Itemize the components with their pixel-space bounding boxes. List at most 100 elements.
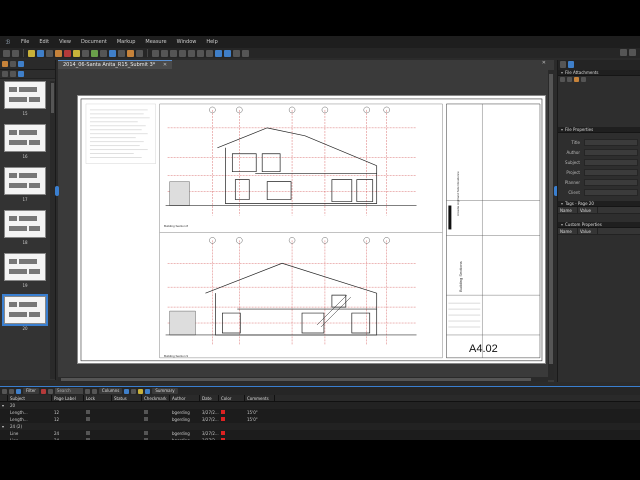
tags-col-name[interactable]: Name <box>558 207 578 213</box>
column-header[interactable]: Subject <box>8 395 52 401</box>
markup-status[interactable] <box>112 430 142 437</box>
thumbnail-scrollbar[interactable] <box>50 81 55 379</box>
thumb-settings-icon[interactable] <box>18 71 24 77</box>
menu-measure[interactable]: Measure <box>140 39 171 45</box>
bookmarks-tab-icon[interactable] <box>10 61 16 67</box>
shape-icon[interactable] <box>91 49 98 57</box>
custom-col-value[interactable]: Value <box>578 228 598 234</box>
markup-row[interactable]: Length... 12 bgerding 3/27/2... 15'0" <box>0 409 640 416</box>
lock-checkbox[interactable] <box>86 417 90 421</box>
document-tab[interactable]: 2014_06-Santa Anita_R15_Submit 3* ✕ <box>58 60 173 69</box>
expand-icon[interactable] <box>84 388 90 394</box>
page-thumbnail[interactable]: 18 <box>4 210 46 245</box>
column-header[interactable]: Color <box>219 395 245 401</box>
lock-checkbox[interactable] <box>86 410 90 414</box>
grid-icon[interactable] <box>242 49 249 57</box>
markup-row[interactable]: Line24bgerding3/27/2... <box>0 430 640 437</box>
markup-checkmark-cell[interactable] <box>142 402 170 409</box>
measure-icon[interactable] <box>118 49 125 57</box>
drawing-sheet[interactable]: Building Section 8 Building Section 9 Ar… <box>77 95 546 364</box>
zoom-icon[interactable] <box>170 49 177 57</box>
markup-checkmark-cell[interactable] <box>142 409 170 416</box>
import-icon[interactable] <box>9 388 14 394</box>
undo-icon[interactable] <box>3 49 10 57</box>
print-icon[interactable] <box>46 49 53 57</box>
thumbnails-tab-icon[interactable] <box>2 61 8 67</box>
refresh-icon[interactable] <box>131 388 137 394</box>
pen-icon[interactable] <box>55 49 62 57</box>
fit-width-icon[interactable] <box>206 49 213 57</box>
line-icon[interactable] <box>100 49 107 57</box>
markup-row[interactable]: Line24bgerding3/27/2... <box>0 437 640 440</box>
column-header[interactable]: Date <box>200 395 219 401</box>
property-value-field[interactable] <box>584 178 638 186</box>
menu-view[interactable]: View <box>54 39 76 45</box>
page-thumbnail[interactable]: 16 <box>4 124 46 159</box>
settings-icon[interactable] <box>124 388 130 394</box>
add-attachment-icon[interactable] <box>560 77 565 82</box>
markup-checkmark-cell[interactable] <box>142 416 170 423</box>
filter-button[interactable]: Filter <box>23 388 39 394</box>
markup-status[interactable] <box>112 437 142 440</box>
page-thumbnail[interactable]: 20 <box>2 294 48 331</box>
lock-checkbox[interactable] <box>86 438 90 440</box>
column-header[interactable] <box>0 395 8 401</box>
page-thumbnail[interactable]: 15 <box>4 81 46 116</box>
markup-lock-cell[interactable] <box>84 430 112 437</box>
open-folder-icon[interactable] <box>28 49 35 57</box>
select-icon[interactable] <box>152 49 159 57</box>
markup-list-menu-icon[interactable] <box>2 388 7 394</box>
thumb-size-icon[interactable] <box>2 71 8 77</box>
edit-attachment-icon[interactable] <box>574 77 579 82</box>
markup-row[interactable]: Length... 12 bgerding 3/27/2... 15'0" <box>0 416 640 423</box>
column-header[interactable]: Page Label <box>52 395 84 401</box>
redo-icon[interactable] <box>12 49 19 57</box>
checkmark-checkbox[interactable] <box>144 410 148 414</box>
markup-lock-cell[interactable] <box>84 423 112 430</box>
menu-help[interactable]: Help <box>201 39 222 45</box>
studio-icon[interactable] <box>224 49 231 57</box>
column-header[interactable]: Author <box>170 395 200 401</box>
page-thumbnail[interactable]: 17 <box>4 167 46 202</box>
property-value-field[interactable] <box>584 168 638 176</box>
column-header[interactable]: Lock <box>84 395 112 401</box>
column-header[interactable]: Status <box>112 395 142 401</box>
menu-file[interactable]: File <box>16 39 34 45</box>
document-horizontal-scrollbar[interactable] <box>58 377 548 382</box>
delete-attachment-icon[interactable] <box>581 77 586 82</box>
markup-status[interactable] <box>112 402 142 409</box>
close-document-icon[interactable]: ✕ <box>542 60 546 66</box>
callout-icon[interactable] <box>136 49 143 57</box>
close-tab-icon[interactable]: ✕ <box>163 62 167 68</box>
menu-window[interactable]: Window <box>172 39 202 45</box>
open-attachment-icon[interactable] <box>567 77 572 82</box>
filter-icon[interactable] <box>16 388 21 394</box>
profile-icon[interactable] <box>620 49 627 56</box>
settings-icon[interactable] <box>629 49 636 56</box>
markup-lock-cell[interactable] <box>84 416 112 423</box>
clear-filter-icon[interactable] <box>40 388 46 394</box>
columns-button[interactable]: Columns <box>98 388 123 394</box>
attachments-tab-icon[interactable] <box>560 61 566 68</box>
left-panel-collapse-handle[interactable] <box>55 186 59 196</box>
menu-edit[interactable]: Edit <box>34 39 54 45</box>
save-icon[interactable] <box>37 49 44 57</box>
fit-page-icon[interactable] <box>197 49 204 57</box>
summary-button[interactable]: Summary <box>152 388 178 394</box>
layers-tab-icon[interactable] <box>18 61 24 67</box>
collapse-icon[interactable] <box>91 388 97 394</box>
menu-document[interactable]: Document <box>76 39 112 45</box>
snapshot-icon[interactable] <box>179 49 186 57</box>
pan-icon[interactable] <box>161 49 168 57</box>
text-icon[interactable] <box>82 49 89 57</box>
property-value-field[interactable] <box>584 138 638 146</box>
markup-search-input[interactable]: Search <box>54 388 83 394</box>
checkmark-checkbox[interactable] <box>144 431 148 435</box>
page-thumbnail[interactable]: 19 <box>4 253 46 288</box>
thumb-options-icon[interactable] <box>10 71 16 77</box>
property-value-field[interactable] <box>584 188 638 196</box>
highlight-icon[interactable] <box>64 49 71 57</box>
property-value-field[interactable] <box>584 148 638 156</box>
menu-markup[interactable]: Markup <box>112 39 141 45</box>
markup-group-row[interactable]: ▾ 24 (2) <box>0 423 640 430</box>
